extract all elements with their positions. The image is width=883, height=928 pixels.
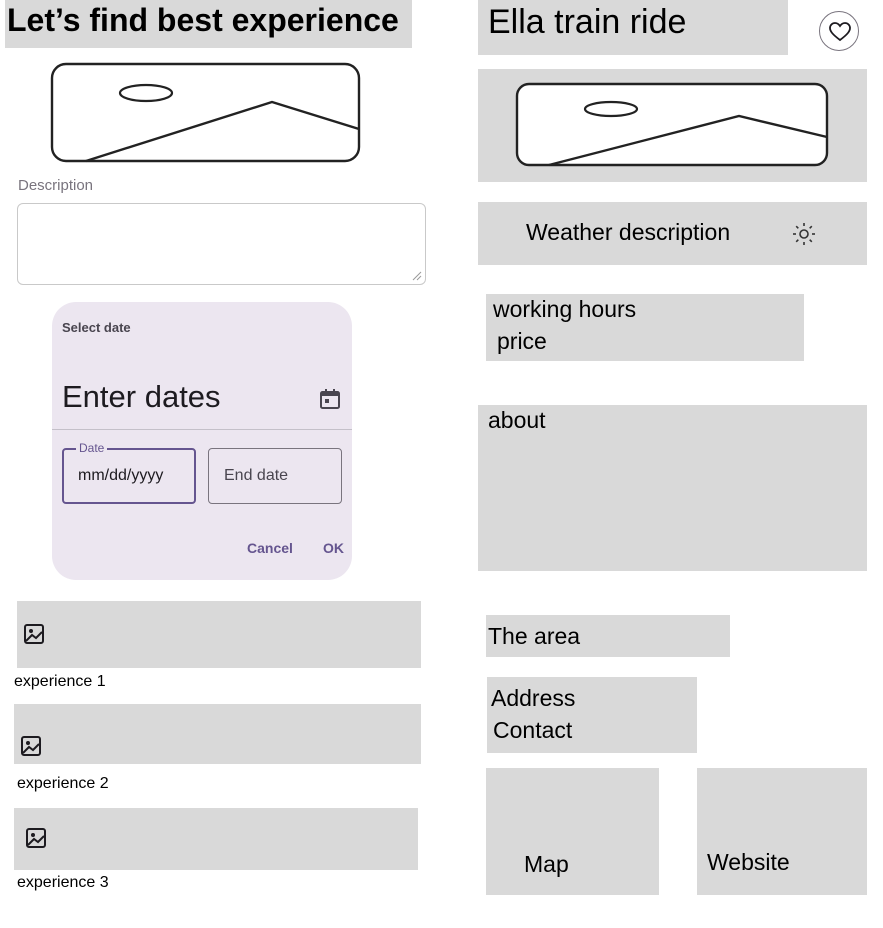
experience-card-2[interactable] <box>14 704 421 764</box>
start-date-field[interactable]: Date mm/dd/yyyy <box>62 441 196 504</box>
detail-title: Ella train ride <box>488 3 687 41</box>
contact-text: Contact <box>493 717 573 743</box>
detail-title-box: Ella train ride <box>478 0 788 55</box>
weather-box: Weather description <box>478 202 867 265</box>
map-label: Map <box>524 851 569 877</box>
image-icon <box>26 828 46 848</box>
heart-outline-icon <box>829 22 851 42</box>
picker-header: Select date <box>62 320 131 335</box>
hours-price-box: working hours price <box>486 294 804 361</box>
about-box: about <box>478 405 867 571</box>
start-date-placeholder: mm/dd/yyyy <box>78 467 164 484</box>
resize-handle-icon[interactable] <box>412 271 422 281</box>
end-date-placeholder: End date <box>224 467 289 484</box>
website-label: Website <box>707 849 790 875</box>
picker-divider <box>52 429 352 430</box>
address-contact-box: Address Contact <box>487 677 697 753</box>
area-box: The area <box>486 615 730 657</box>
experience-card-1[interactable] <box>17 601 421 668</box>
image-icon <box>24 624 44 644</box>
experience-label-2: experience 2 <box>17 775 109 792</box>
favorite-button[interactable] <box>819 11 859 51</box>
area-text: The area <box>488 623 581 649</box>
experience-label-3: experience 3 <box>17 874 109 891</box>
weather-description: Weather description <box>526 219 731 245</box>
calendar-icon[interactable] <box>319 388 341 410</box>
image-placeholder-icon <box>50 62 361 163</box>
date-range-picker: Select date Enter dates Date mm/dd/yyyy … <box>52 302 352 580</box>
page-title: Let’s find best experience <box>5 0 412 48</box>
picker-headline: Enter dates <box>62 379 221 414</box>
price-text: price <box>497 328 547 354</box>
about-text: about <box>488 407 546 433</box>
detail-image-placeholder <box>478 69 867 182</box>
sun-icon <box>793 223 815 245</box>
description-label: Description <box>18 177 94 194</box>
cancel-button[interactable]: Cancel <box>247 540 293 556</box>
address-text: Address <box>491 685 576 711</box>
experience-card-3[interactable] <box>14 808 418 870</box>
end-date-field[interactable]: End date <box>208 448 342 504</box>
start-date-label: Date <box>76 441 108 455</box>
image-icon <box>21 736 41 756</box>
ok-button[interactable]: OK <box>323 540 344 556</box>
description-textarea[interactable] <box>17 203 426 285</box>
working-hours-text: working hours <box>493 296 637 322</box>
image-placeholder-icon <box>515 82 829 167</box>
experience-label-1: experience 1 <box>14 673 106 690</box>
hero-image-placeholder <box>50 62 362 164</box>
map-button[interactable]: Map <box>486 768 659 895</box>
website-button[interactable]: Website <box>697 768 867 895</box>
